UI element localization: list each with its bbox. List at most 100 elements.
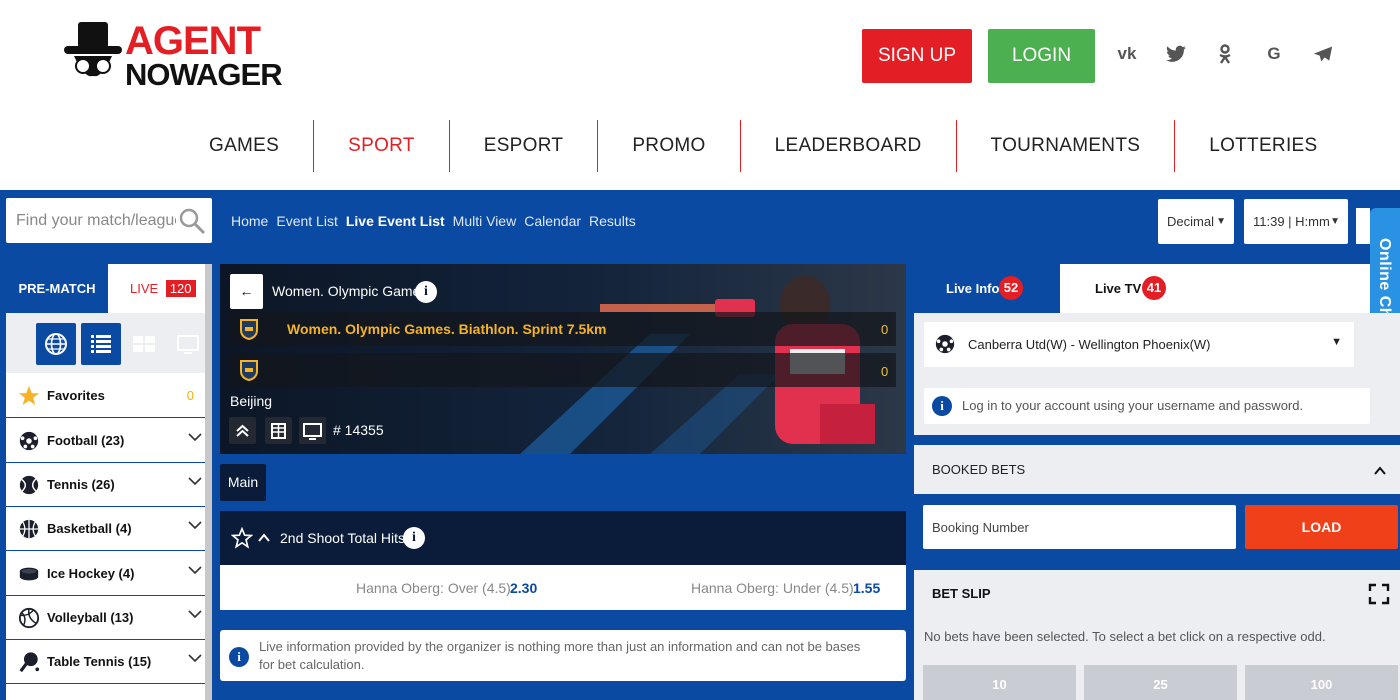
odds-format-select[interactable]: Decimal ▼ [1158, 199, 1234, 244]
header-edge [1356, 208, 1370, 244]
logo-text-nowager: NOWAGER [125, 57, 283, 92]
load-button[interactable]: LOAD [1245, 505, 1398, 549]
globe-view-button[interactable] [36, 323, 76, 365]
favorites-count: 0 [186, 388, 194, 403]
stake-button-100[interactable]: 100 [1245, 665, 1398, 700]
booked-bets-title: BOOKED BETS [932, 462, 1026, 477]
sport-label: Football (23) [47, 433, 125, 448]
info-icon[interactable]: i [415, 281, 437, 303]
nav-leaderboard[interactable]: LEADERBOARD [741, 120, 957, 172]
link-multi-view[interactable]: Multi View [453, 213, 517, 229]
football-icon [935, 334, 955, 354]
booked-bets-header[interactable]: BOOKED BETS [914, 445, 1400, 494]
login-notice: i Log in to your account using your user… [924, 388, 1370, 424]
sidebar-item-basketball[interactable]: Basketball (4) [6, 507, 212, 551]
list-view-button[interactable] [81, 323, 121, 365]
search-icon[interactable] [178, 207, 206, 235]
odd-under-button[interactable]: 1.55 [853, 580, 880, 596]
star-outline-icon[interactable] [231, 527, 253, 549]
list-icon [91, 335, 111, 353]
link-event-list[interactable]: Event List [276, 213, 337, 229]
competition-title: Women. Olympic Games [272, 283, 428, 299]
sport-label: Volleyball (13) [47, 610, 134, 625]
sidebar-item-tennis[interactable]: Tennis (26) [6, 463, 212, 507]
tv-icon [303, 423, 322, 440]
info-icon: i [229, 647, 249, 667]
sidebar-item-table-tennis[interactable]: Table Tennis (15) [6, 640, 212, 684]
market-outcomes: Hanna Oberg: Over (4.5) 2.30 Hanna Oberg… [220, 565, 906, 610]
google-icon[interactable]: G [1261, 41, 1287, 67]
twitter-icon[interactable] [1163, 41, 1189, 67]
selected-match-label: Canberra Utd(W) - Wellington Phoenix(W) [968, 337, 1211, 352]
nav-esport[interactable]: ESPORT [450, 120, 599, 172]
agent-nowager-logo[interactable]: AGENT NOWAGER [62, 19, 283, 95]
sidebar-item-volleyball[interactable]: Volleyball (13) [6, 596, 212, 640]
grid-icon [133, 336, 155, 352]
tab-live[interactable]: LIVE 120 [108, 264, 212, 313]
odnoklassniki-icon[interactable] [1212, 41, 1238, 67]
sidebar-item-favorites[interactable]: Favorites 0 [6, 374, 212, 418]
tv-view-button[interactable] [168, 323, 208, 365]
chevron-down-icon [188, 433, 202, 442]
tab-prematch[interactable]: PRE-MATCH [6, 264, 108, 313]
sidebar-item-ice-hockey[interactable]: Ice Hockey (4) [6, 552, 212, 596]
stake-button-25[interactable]: 25 [1084, 665, 1237, 700]
nav-promo[interactable]: PROMO [598, 120, 741, 172]
double-chevron-up-icon [236, 424, 249, 437]
sub-nav: Home Event List Live Event List Multi Vi… [231, 213, 636, 229]
sport-label: Ice Hockey (4) [47, 566, 135, 581]
link-home[interactable]: Home [231, 213, 268, 229]
sidebar-item-football[interactable]: Football (23) [6, 419, 212, 463]
expand-icon[interactable] [1368, 583, 1390, 605]
vk-icon[interactable]: vk [1114, 41, 1140, 67]
live-tv-button[interactable] [299, 417, 326, 444]
chevron-down-icon [188, 477, 202, 486]
grid-view-button[interactable] [124, 323, 164, 365]
live-count-badge: 120 [165, 280, 196, 297]
time-format-select[interactable]: 11:39 | H:mm ▼ [1244, 199, 1348, 244]
search-input[interactable] [16, 198, 176, 243]
nav-lotteries[interactable]: LOTTERIES [1175, 120, 1351, 172]
live-tv-label: Live TV [1095, 281, 1142, 296]
bet-slip-message: No bets have been selected. To select a … [924, 629, 1326, 644]
odd-over-button[interactable]: 2.30 [510, 580, 537, 596]
football-icon [19, 431, 39, 451]
odds-format-value: Decimal [1167, 214, 1214, 229]
logo-text-agent: AGENT [125, 19, 261, 63]
login-button[interactable]: LOGIN [988, 29, 1095, 83]
info-icon[interactable]: i [403, 527, 425, 549]
match-select[interactable]: Canberra Utd(W) - Wellington Phoenix(W) … [924, 322, 1354, 367]
table-tennis-icon [19, 652, 40, 673]
scoreboard-icon [271, 423, 286, 439]
telegram-icon[interactable] [1310, 41, 1336, 67]
nav-tournaments[interactable]: TOURNAMENTS [957, 120, 1176, 172]
tab-live-info[interactable]: Live Info 52 [914, 264, 1060, 313]
score-2: 0 [881, 364, 889, 379]
event-id: # 14355 [333, 422, 384, 438]
volleyball-icon [18, 607, 40, 629]
chevron-up-icon[interactable] [257, 531, 271, 545]
link-calendar[interactable]: Calendar [524, 213, 581, 229]
collapse-button[interactable] [229, 417, 256, 444]
booking-number-input[interactable] [923, 505, 1236, 549]
team-row-2 [230, 353, 896, 387]
tennis-icon [19, 475, 39, 495]
sports-sidebar: PRE-MATCH LIVE 120 Favorites 0 Football … [6, 264, 212, 700]
link-results[interactable]: Results [589, 213, 636, 229]
nav-games[interactable]: GAMES [175, 120, 315, 172]
link-live-event-list[interactable]: Live Event List [346, 213, 445, 229]
sign-up-button[interactable]: SIGN UP [862, 29, 972, 83]
caret-down-icon: ▼ [1331, 336, 1342, 348]
back-button[interactable]: ← [230, 274, 263, 309]
tab-main[interactable]: Main [220, 464, 266, 501]
nav-sport[interactable]: SPORT [314, 120, 450, 172]
tv-icon [177, 335, 199, 354]
sidebar-scrollbar[interactable] [205, 264, 212, 700]
chevron-down-icon [188, 521, 202, 530]
tab-live-tv[interactable]: Live TV 41 [1060, 264, 1370, 313]
caret-down-icon: ▼ [1216, 216, 1226, 227]
site-header: AGENT NOWAGER SIGN UP LOGIN vk G GAMES S… [0, 0, 1400, 190]
stake-button-10[interactable]: 10 [923, 665, 1076, 700]
team-name-1: Women. Olympic Games. Biathlon. Sprint 7… [287, 321, 607, 337]
stats-button[interactable] [265, 417, 292, 444]
